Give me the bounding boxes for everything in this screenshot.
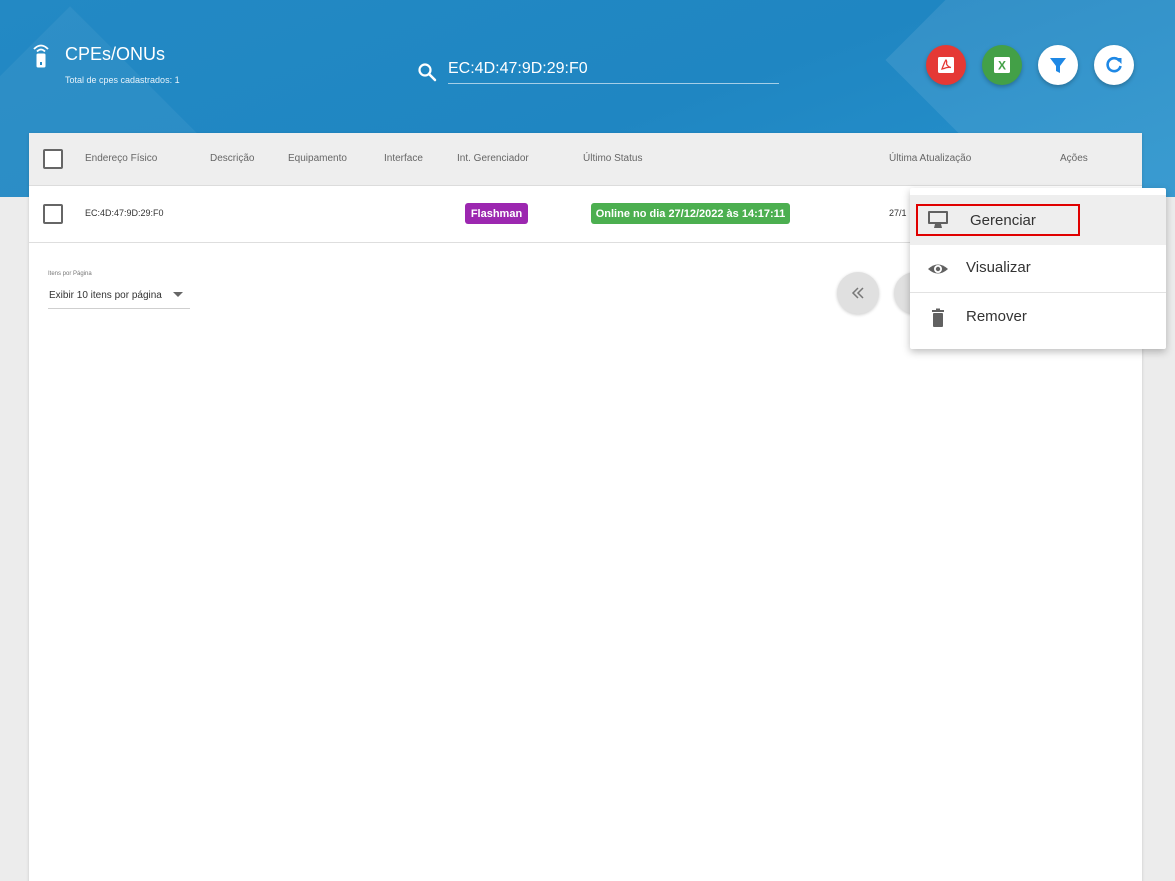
- column-header-last-update[interactable]: Última Atualização: [889, 153, 971, 164]
- column-header-actions: Ações: [1060, 153, 1088, 164]
- select-all-checkbox[interactable]: [43, 149, 63, 169]
- column-header-manager[interactable]: Int. Gerenciador: [457, 153, 529, 164]
- search-input[interactable]: [448, 54, 779, 84]
- manager-chip: Flashman: [465, 203, 528, 224]
- excel-icon-text: X: [998, 59, 1006, 73]
- page-subtitle: Total de cpes cadastrados: 1: [65, 75, 180, 85]
- excel-icon: X: [994, 57, 1010, 73]
- page-title: CPEs/ONUs: [65, 44, 166, 64]
- router-icon: [33, 44, 49, 68]
- column-header-description[interactable]: Descrição: [210, 153, 254, 164]
- column-header-equipment[interactable]: Equipamento: [288, 153, 347, 164]
- row-actions-menu: Gerenciar Visualizar Remover: [910, 188, 1166, 349]
- menu-label-remove: Remover: [966, 308, 1027, 325]
- menu-label-view: Visualizar: [966, 259, 1031, 276]
- column-header-mac[interactable]: Endereço Físico: [85, 153, 157, 164]
- table-header: Endereço Físico Descrição Equipamento In…: [29, 133, 1142, 186]
- filter-button[interactable]: [1038, 45, 1078, 85]
- export-pdf-button[interactable]: [926, 45, 966, 85]
- export-excel-button[interactable]: X: [982, 45, 1022, 85]
- eye-icon: [928, 264, 948, 274]
- column-header-interface[interactable]: Interface: [384, 153, 423, 164]
- status-chip: Online no dia 27/12/2022 às 14:17:11: [591, 203, 790, 224]
- refresh-icon: [1106, 56, 1122, 73]
- filter-icon: [1050, 58, 1066, 73]
- items-per-page-select[interactable]: Exibir 10 itens por página: [48, 286, 190, 309]
- column-header-last-status[interactable]: Último Status: [583, 153, 642, 164]
- search-bar: [417, 54, 779, 86]
- items-per-page-value: Exibir 10 itens por página: [49, 290, 162, 301]
- highlight-box: [916, 204, 1080, 236]
- cell-mac: EC:4D:47:9D:29:F0: [85, 208, 164, 218]
- menu-item-remove[interactable]: Remover: [910, 292, 1166, 342]
- menu-item-manage[interactable]: Gerenciar: [910, 195, 1166, 245]
- pdf-icon: [938, 57, 954, 73]
- double-chevron-left-icon: [851, 287, 864, 299]
- refresh-button[interactable]: [1094, 45, 1134, 85]
- dropdown-arrow-icon: [173, 292, 183, 297]
- items-per-page-label: Itens por Página: [48, 271, 92, 277]
- search-icon: [418, 63, 437, 82]
- menu-item-view[interactable]: Visualizar: [910, 243, 1166, 293]
- first-page-button[interactable]: [837, 272, 879, 314]
- row-checkbox[interactable]: [43, 204, 63, 224]
- trash-icon: [932, 308, 944, 327]
- cell-last-update: 27/1: [889, 208, 907, 218]
